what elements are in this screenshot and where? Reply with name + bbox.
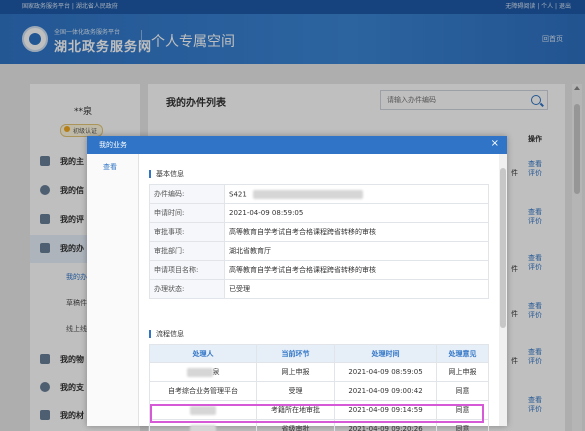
table-row: 审批事项: 高等教育自学考试自考合格课程跨省转移的审核 [149,222,489,242]
column-header: 处理意见 [436,344,489,363]
table-row: 泉 网上申报 2021-04-09 08:59:05 网上申报 [149,362,489,382]
field-key: 申请时间: [149,203,225,223]
table-row-highlighted: 省级审批 2021-04-09 09:20:26 同意 [149,419,489,431]
field-value: S421 [229,190,247,198]
redacted-block [190,424,216,431]
field-key: 审批事项: [149,222,225,242]
field-key: 办理状态: [149,279,225,299]
field-value: 已受理 [224,279,489,299]
modal-nav: 查看 [87,154,139,426]
time: 2021-04-09 09:14:59 [334,400,437,420]
table-row: 审批部门: 湖北省教育厅 [149,241,489,261]
step: 网上申报 [256,362,335,382]
tab-view[interactable]: 查看 [103,162,117,172]
column-header: 处理时间 [334,344,437,363]
opinion: 网上申报 [436,362,489,382]
modal-header: 我的业务 × [87,136,507,154]
handler-cell: 泉 [149,362,257,382]
column-header: 当前环节 [256,344,335,363]
redacted-block [252,189,363,199]
opinion: 同意 [436,381,489,401]
redacted-block [186,367,213,377]
opinion: 同意 [436,400,489,420]
handler: 自考综合业务管理平台 [149,381,257,401]
close-icon[interactable]: × [491,139,499,149]
table-row: 办件编码: S421 [149,184,489,204]
table-row: 申请项目名称: 高等教育自学考试自考合格课程跨省转移的审核 [149,260,489,280]
time: 2021-04-09 09:00:42 [334,381,437,401]
field-value: 湖北省教育厅 [224,241,489,261]
handler-cell [149,400,257,420]
modal-scroll-thumb[interactable] [500,168,506,328]
basic-info-table: 办件编码: S421 申请时间: 2021-04-09 08:59:05 审批事… [149,184,489,299]
handler: 泉 [212,368,220,376]
table-header-row: 处理人 当前环节 处理时间 处理意见 [149,344,489,363]
modal-title: 我的业务 [99,141,127,149]
table-row: 考籍所在地审批 2021-04-09 09:14:59 同意 [149,400,489,420]
table-row: 申请时间: 2021-04-09 08:59:05 [149,203,489,223]
column-header: 处理人 [149,344,257,363]
flow-info-title: 流程信息 [149,330,184,338]
field-value: 高等教育自学考试自考合格课程跨省转移的审核 [224,260,489,280]
step: 省级审批 [256,419,335,431]
table-row: 办理状态: 已受理 [149,279,489,299]
field-value: 高等教育自学考试自考合格课程跨省转移的审核 [224,222,489,242]
field-key: 审批部门: [149,241,225,261]
time: 2021-04-09 09:20:26 [334,419,437,431]
business-detail-modal: 我的业务 × 查看 基本信息 办件编码: S421 申请时间: 2021-04-… [87,136,507,431]
modal-scrollbar[interactable] [499,154,507,426]
opinion: 同意 [436,419,489,431]
field-key: 申请项目名称: [149,260,225,280]
step: 受理 [256,381,335,401]
modal-body: 基本信息 办件编码: S421 申请时间: 2021-04-09 08:59:0… [139,154,499,431]
flow-table: 处理人 当前环节 处理时间 处理意见 泉 网上申报 2021-04-09 08:… [149,344,489,431]
field-key: 办件编码: [149,184,225,204]
handler-cell [149,419,257,431]
field-value-cell: S421 [224,184,489,204]
time: 2021-04-09 08:59:05 [334,362,437,382]
field-value: 2021-04-09 08:59:05 [224,203,489,223]
basic-info-title: 基本信息 [149,170,184,178]
step: 考籍所在地审批 [256,400,335,420]
table-row: 自考综合业务管理平台 受理 2021-04-09 09:00:42 同意 [149,381,489,401]
redacted-block [190,405,216,415]
